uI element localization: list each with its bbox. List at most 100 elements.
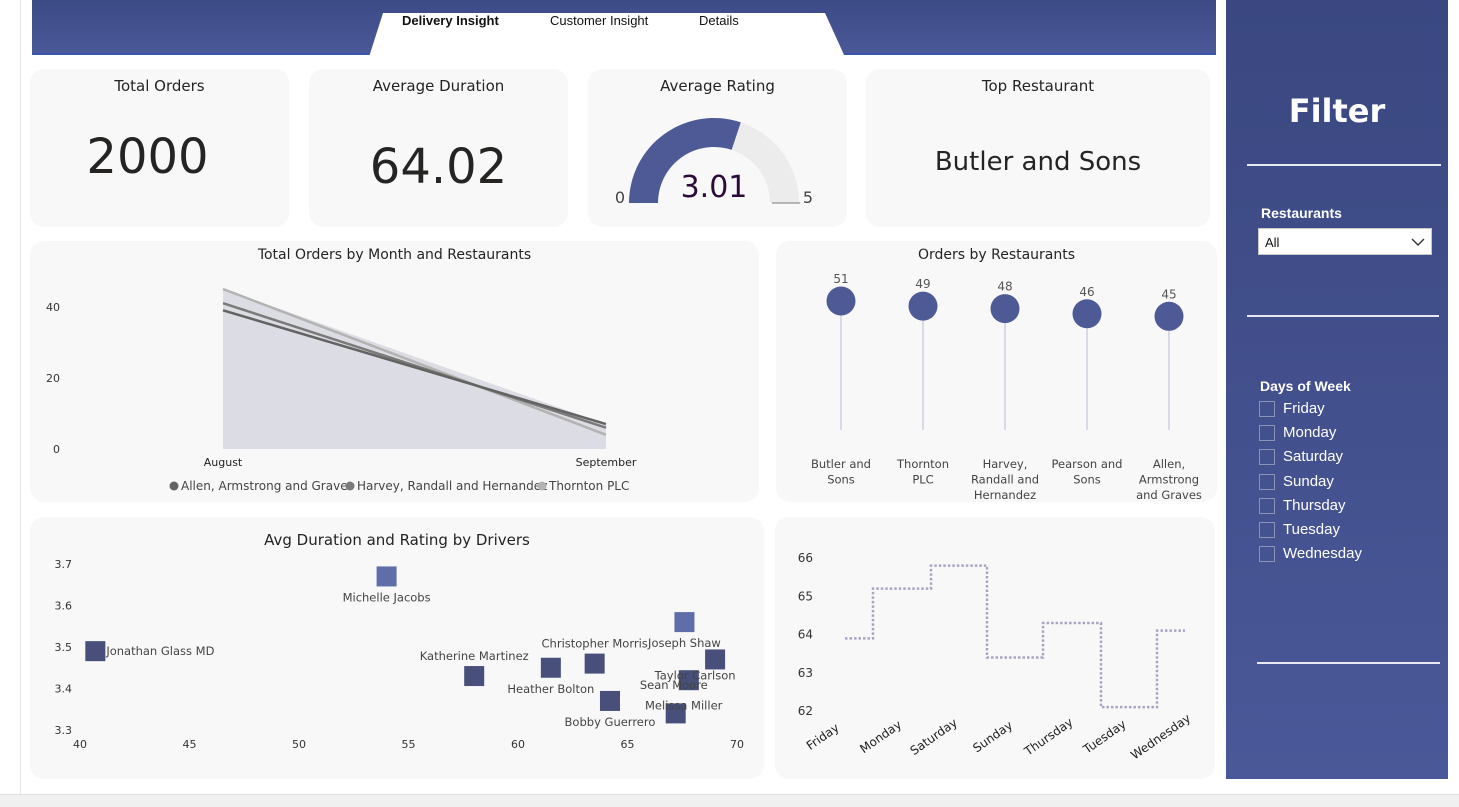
x-tick-label: 55 [402, 738, 416, 751]
legend-label[interactable]: Allen, Armstrong and Graves [181, 479, 354, 493]
lollipop-dot[interactable] [826, 286, 856, 316]
x-tick-label: 70 [730, 738, 744, 751]
data-label: 45 [1161, 287, 1176, 301]
tab-delivery-insight[interactable]: Delivery Insight [402, 13, 499, 28]
y-tick-label: 63 [798, 666, 813, 680]
kpi-value: 64.02 [369, 139, 508, 195]
gauge-max-label: 5 [803, 188, 813, 207]
day-label: Tuesday [1283, 521, 1340, 538]
scatter-point[interactable] [464, 666, 485, 687]
point-label: Melissa Miller [645, 698, 723, 712]
category-label: Armstrong [1139, 473, 1199, 487]
point-label: Jonathan Glass MD [105, 644, 214, 658]
x-tick-label: August [204, 456, 243, 469]
scatter-point[interactable] [584, 653, 605, 674]
category-label: and Graves [1136, 488, 1202, 502]
lollipop-chart[interactable]: 51 Butler and Sons 49 Thornton PLC 48 Harvey, Ra… [776, 241, 1217, 502]
y-tick-label: 20 [46, 372, 60, 385]
restaurants-dropdown[interactable]: All [1258, 228, 1432, 255]
bottom-bar [0, 794, 1459, 807]
category-label: Pearson and [1052, 457, 1123, 471]
checkbox[interactable] [1259, 498, 1275, 514]
day-option-monday[interactable]: Monday [1259, 423, 1435, 445]
scatter-point[interactable] [376, 566, 397, 587]
day-option-friday[interactable]: Friday [1259, 399, 1435, 421]
checkbox[interactable] [1259, 522, 1275, 538]
day-option-sunday[interactable]: Sunday [1259, 472, 1435, 494]
lollipop-dot[interactable] [908, 291, 938, 321]
checkbox[interactable] [1259, 474, 1275, 490]
dashboard-page: Delivery Insight Customer Insight Detail… [0, 0, 1459, 807]
divider [1247, 164, 1441, 166]
point-label: Michelle Jacobs [343, 590, 431, 604]
gauge-min-label: 0 [615, 188, 625, 207]
chart-card-duration-by-day: 62 63 64 65 66 Friday Monday Saturday Sunday Thur… [775, 517, 1215, 779]
category-label: Butler and [811, 457, 871, 471]
category-label: Allen, [1153, 457, 1185, 471]
x-tick-label: 40 [73, 738, 87, 751]
scatter-chart[interactable]: 40 45 50 55 60 65 70 3.3 3.4 3.5 3.6 3.7 Michelle Ja… [30, 517, 764, 779]
category-label: Sons [1073, 473, 1101, 487]
x-tick-label: Tuesday [1080, 717, 1129, 757]
x-tick-label: Sunday [970, 718, 1015, 755]
point-label: Katherine Martinez [420, 649, 529, 663]
day-label: Sunday [1283, 473, 1334, 490]
day-label: Saturday [1283, 448, 1344, 465]
x-tick-label: Monday [857, 717, 904, 756]
category-label: PLC [912, 473, 933, 487]
category-label: Harvey, [983, 457, 1028, 471]
step-line-chart[interactable]: 62 63 64 65 66 Friday Monday Saturday Sunday Thur… [775, 517, 1215, 779]
checkbox[interactable] [1259, 401, 1275, 417]
point-label: Joseph Shaw [647, 636, 721, 650]
legend-marker [537, 481, 547, 491]
tab-details[interactable]: Details [699, 13, 739, 28]
kpi-title: Total Orders [114, 77, 205, 95]
restaurants-slicer-label: Restaurants [1261, 205, 1342, 221]
y-tick-label: 3.7 [55, 558, 73, 571]
kpi-card-top-restaurant: Top Restaurant Butler and Sons [866, 69, 1210, 227]
y-tick-label: 3.3 [55, 724, 73, 737]
scatter-point[interactable] [599, 690, 620, 711]
y-tick-label: 0 [53, 443, 60, 456]
chart-card-orders-by-restaurants: Orders by Restaurants 51 Butler and Sons 49… [776, 241, 1217, 502]
y-tick-label: 3.6 [55, 600, 73, 613]
kpi-title: Average Duration [372, 77, 505, 95]
chart-card-drivers: Avg Duration and Rating by Drivers 40 45 5… [30, 517, 764, 779]
day-option-thursday[interactable]: Thursday [1259, 496, 1435, 518]
x-tick-label: 45 [183, 738, 197, 751]
kpi-value: 2000 [86, 129, 209, 185]
scatter-point[interactable] [674, 612, 695, 633]
day-option-saturday[interactable]: Saturday [1259, 447, 1435, 469]
point-label: Sean Moore [640, 678, 708, 692]
legend-label[interactable]: Harvey, Randall and Hernandez [357, 479, 547, 493]
checkbox[interactable] [1259, 425, 1275, 441]
category-label: Thornton [896, 457, 949, 471]
area-chart[interactable]: 0 20 40 August September Allen, Armstrong and… [30, 241, 759, 502]
legend-label[interactable]: Thornton PLC [548, 479, 629, 493]
x-tick-label: 60 [511, 738, 525, 751]
divider [1257, 662, 1440, 664]
tab-customer-insight[interactable]: Customer Insight [550, 13, 648, 28]
scatter-point[interactable] [85, 641, 106, 662]
chart-card-orders-by-month: Total Orders by Month and Restaurants 02… [30, 241, 759, 502]
day-option-tuesday[interactable]: Tuesday [1259, 520, 1435, 542]
day-option-wednesday[interactable]: Wednesday [1259, 544, 1435, 566]
x-tick-label: Saturday [908, 715, 960, 757]
lollipop-dot[interactable] [990, 294, 1020, 324]
lollipop-dot[interactable] [1072, 299, 1102, 329]
checkbox[interactable] [1259, 449, 1275, 465]
y-tick-label: 62 [798, 704, 813, 718]
scatter-point[interactable] [540, 657, 561, 678]
lollipop-dot[interactable] [1154, 301, 1184, 331]
category-label: Hernandez [974, 488, 1036, 502]
data-label: 51 [833, 272, 848, 286]
category-label: Sons [827, 473, 855, 487]
step-line[interactable] [845, 564, 1185, 709]
data-label: 48 [997, 280, 1012, 294]
x-tick-label: Friday [804, 721, 842, 753]
checkbox[interactable] [1259, 546, 1275, 562]
x-tick-label: September [576, 456, 637, 469]
x-tick-label: Thursday [1021, 715, 1076, 759]
scatter-point[interactable] [705, 649, 726, 670]
point-label: Heather Bolton [507, 682, 594, 696]
